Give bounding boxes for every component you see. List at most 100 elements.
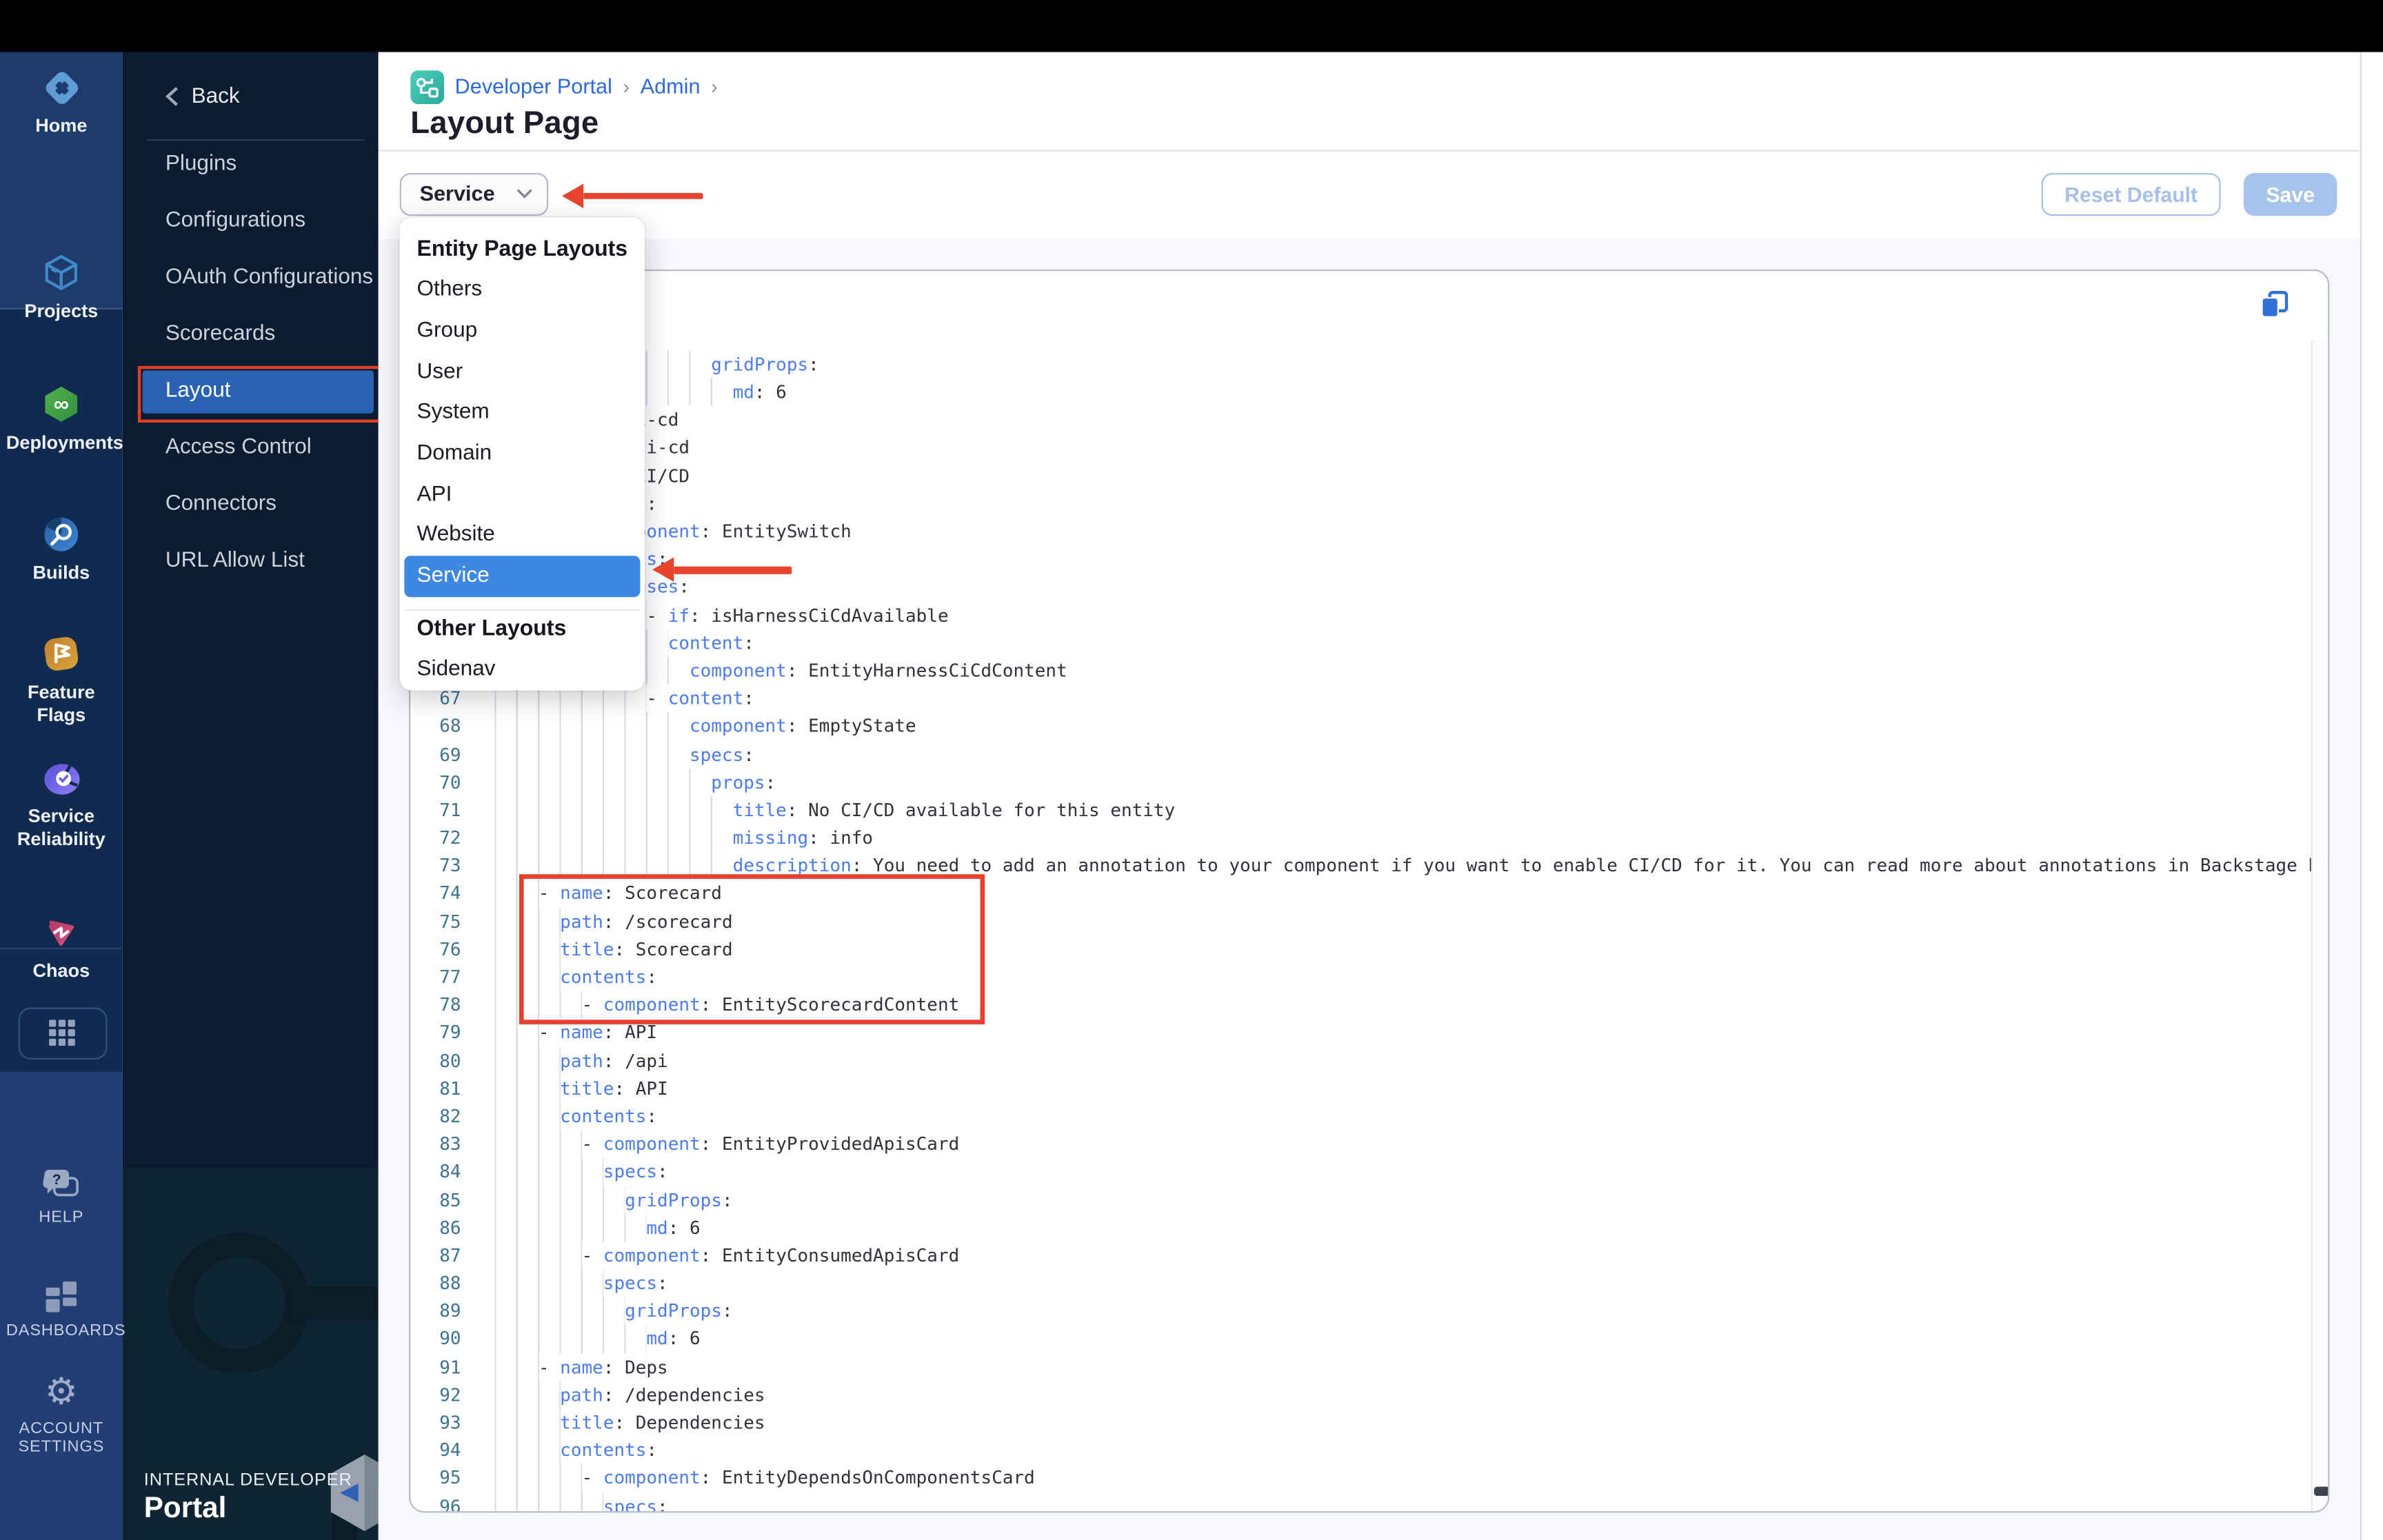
sidebar-item-deployments[interactable]: ∞ Deployments — [0, 383, 123, 453]
line-number: 74 — [439, 882, 461, 904]
line-number: 89 — [439, 1300, 461, 1322]
save-button[interactable]: Save — [2243, 172, 2337, 216]
page-title: Layout Page — [410, 105, 599, 141]
line-number: 90 — [439, 1328, 461, 1350]
code-line: 55 gridProps: — [410, 350, 2328, 378]
sidebar-item-service-reliability[interactable]: Service Reliability — [0, 761, 123, 850]
browser-top-bar — [0, 0, 2383, 52]
breadcrumb-link-developer-portal[interactable]: Developer Portal — [455, 75, 612, 98]
back-button[interactable]: Back — [123, 73, 379, 119]
code-line: 60 contents: — [410, 489, 2328, 518]
feature-flags-icon — [44, 637, 79, 671]
sidebar-item-account-settings[interactable]: ⚙ ACCOUNT SETTINGS — [0, 1373, 123, 1457]
code-line: 89 gridProps: — [410, 1297, 2328, 1326]
breadcrumb: Developer Portal › Admin › — [410, 70, 718, 103]
line-number: 77 — [439, 966, 461, 988]
menu-item-api[interactable]: API — [399, 474, 645, 515]
sidebar-item-dashboards[interactable]: DASHBOARDS — [0, 1279, 125, 1340]
deployments-cd-icon: ∞ — [45, 385, 78, 421]
admin-sidebar-item-connectors[interactable]: Connectors — [123, 476, 379, 533]
dashboards-icon — [46, 1280, 77, 1312]
code-line: 83 - component: EntityProvidedApisCard — [410, 1130, 2328, 1158]
menu-item-others[interactable]: Others — [399, 270, 645, 311]
admin-sidebar-item-scorecards[interactable]: Scorecards — [123, 306, 379, 363]
code-line: 86 md: 6 — [410, 1213, 2328, 1242]
code-line: 57 - name: ci-cd — [410, 406, 2328, 434]
header-divider — [378, 150, 2360, 152]
admin-sidebar-item-configurations[interactable]: Configurations — [123, 193, 379, 250]
editor-scrollbar-track — [2310, 340, 2329, 1512]
code-line: 67 - content: — [410, 685, 2328, 713]
line-number: 91 — [439, 1356, 461, 1378]
svg-text:?: ? — [52, 1171, 61, 1187]
code-line: 61 - component: EntitySwitch — [410, 517, 2328, 546]
copy-icon[interactable] — [2260, 291, 2289, 319]
menu-item-service[interactable]: Service — [403, 556, 641, 597]
sidebar-item-builds[interactable]: Builds — [0, 514, 123, 584]
admin-sidebar-item-url-allow-list[interactable]: URL Allow List — [123, 533, 379, 589]
line-number: 87 — [439, 1244, 461, 1266]
line-number: 79 — [439, 1022, 461, 1044]
reset-default-button[interactable]: Reset Default — [2041, 172, 2221, 216]
projects-cube-icon — [45, 254, 78, 290]
line-number: 69 — [439, 743, 461, 765]
line-number: 76 — [439, 938, 461, 960]
code-line: 71 title: No CI/CD available for this en… — [410, 796, 2328, 824]
menu-group-header: Other Layouts — [416, 617, 567, 642]
code-line: 56 md: 6 — [410, 378, 2328, 407]
home-icon — [45, 72, 78, 104]
sidebar-item-projects[interactable]: Projects — [0, 252, 123, 321]
builds-ci-icon — [44, 517, 79, 551]
code-line: 90 md: 6 — [410, 1325, 2328, 1353]
code-line: 64 - if: isHarnessCiCdAvailable — [410, 600, 2328, 629]
module-sidebar: Home Projects ∞ Deployments Builds Featu… — [0, 51, 125, 1540]
menu-item-group[interactable]: Group — [399, 311, 645, 352]
service-reliability-icon — [43, 764, 79, 795]
admin-sidebar: Back Plugins Configurations OAuth Configur… — [122, 51, 379, 1540]
code-line: 82 contents: — [410, 1102, 2328, 1131]
admin-sidebar-item-access-control[interactable]: Access Control — [123, 420, 379, 476]
menu-group-header: Entity Page Layouts — [416, 237, 628, 263]
editor-scrollbar-thumb[interactable] — [2313, 1487, 2329, 1497]
code-line: 59 title: CI/CD — [410, 461, 2328, 490]
chevron-down-icon — [516, 189, 532, 199]
breadcrumb-separator: › — [623, 74, 630, 99]
entity-type-select-value: Service — [419, 182, 495, 206]
code-line: 81 title: API — [410, 1074, 2328, 1103]
admin-sidebar-item-plugins[interactable]: Plugins — [123, 136, 379, 193]
entity-type-select[interactable]: Service — [399, 172, 549, 216]
admin-sidebar-item-oauth-configurations[interactable]: OAuth Configurations — [123, 250, 379, 306]
menu-item-sidenav[interactable]: Sidenav — [399, 649, 645, 690]
sidebar-item-help[interactable]: ? HELP — [0, 1168, 123, 1227]
code-line: 80 path: /api — [410, 1046, 2328, 1075]
breadcrumb-link-admin[interactable]: Admin — [641, 75, 701, 98]
footer-title: Portal — [143, 1492, 227, 1526]
sidebar-item-feature-flags[interactable]: Feature Flags — [0, 634, 123, 727]
sidebar-item-chaos[interactable]: Chaos — [0, 913, 123, 982]
page-scrollbar-track[interactable] — [2360, 51, 2383, 1540]
menu-item-user[interactable]: User — [399, 352, 645, 392]
line-number: 88 — [439, 1272, 461, 1294]
line-number: 71 — [439, 799, 461, 821]
line-number: 81 — [439, 1077, 461, 1100]
line-number: 73 — [439, 854, 461, 877]
code-line: 91 - name: Deps — [410, 1352, 2328, 1381]
line-number: 95 — [439, 1467, 461, 1489]
code-line: 96 specs: — [410, 1492, 2328, 1512]
line-number: 75 — [439, 910, 461, 932]
code-line: 85 gridProps: — [410, 1186, 2328, 1214]
code-line: 72 missing: info — [410, 824, 2328, 852]
menu-item-system[interactable]: System — [399, 392, 645, 433]
code-line: 63 cases: — [410, 573, 2328, 601]
menu-item-domain[interactable]: Domain — [399, 434, 645, 474]
sidebar-item-home[interactable]: Home — [0, 69, 123, 137]
menu-item-website[interactable]: Website — [399, 515, 645, 556]
line-number: 86 — [439, 1217, 461, 1239]
code-line: 94 contents: — [410, 1436, 2328, 1465]
line-number: 70 — [439, 771, 461, 793]
module-switcher-button[interactable] — [18, 1006, 108, 1059]
code-line: 93 title: Dependencies — [410, 1408, 2328, 1437]
line-number: 84 — [439, 1161, 461, 1183]
line-number: 72 — [439, 827, 461, 849]
svg-text:∞: ∞ — [54, 391, 69, 415]
